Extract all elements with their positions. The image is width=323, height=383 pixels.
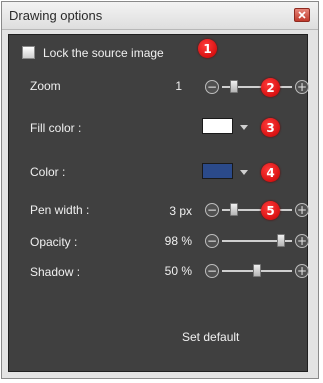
close-icon bbox=[298, 11, 306, 19]
pen-width-slider-thumb[interactable] bbox=[230, 203, 238, 216]
callout-badge-3: 3 bbox=[261, 118, 280, 137]
color-swatch[interactable] bbox=[202, 163, 233, 179]
shadow-slider-thumb[interactable] bbox=[253, 264, 261, 277]
callout-badge-4: 4 bbox=[261, 163, 280, 182]
zoom-increase-button[interactable]: + bbox=[295, 80, 309, 94]
zoom-slider-thumb[interactable] bbox=[230, 80, 238, 93]
lock-source-label: Lock the source image bbox=[43, 46, 164, 60]
fill-color-swatch[interactable] bbox=[202, 118, 233, 134]
shadow-decrease-button[interactable]: − bbox=[205, 264, 219, 278]
fill-color-dropdown-icon[interactable] bbox=[240, 125, 248, 130]
pen-width-label: Pen width : bbox=[30, 203, 90, 217]
zoom-value: 1 bbox=[175, 79, 182, 93]
callout-badge-1: 1 bbox=[198, 39, 217, 58]
callout-badge-2: 2 bbox=[261, 78, 280, 97]
opacity-label: Opacity : bbox=[30, 235, 78, 249]
color-dropdown-icon[interactable] bbox=[240, 170, 248, 175]
close-button[interactable] bbox=[294, 8, 310, 22]
pen-width-value: 3 px bbox=[169, 204, 192, 218]
color-label: Color : bbox=[30, 165, 66, 179]
title-bar[interactable]: Drawing options bbox=[2, 2, 318, 30]
shadow-value: 50 % bbox=[164, 264, 192, 278]
callout-badge-5: 5 bbox=[261, 201, 280, 220]
set-default-button[interactable]: Set default bbox=[182, 330, 239, 344]
fill-color-label: Fill color : bbox=[30, 121, 82, 135]
pen-width-decrease-button[interactable]: − bbox=[205, 203, 219, 217]
zoom-decrease-button[interactable]: − bbox=[205, 80, 219, 94]
opacity-decrease-button[interactable]: − bbox=[205, 234, 219, 248]
opacity-value: 98 % bbox=[164, 234, 192, 248]
lock-source-checkbox[interactable] bbox=[22, 46, 35, 59]
shadow-label: Shadow : bbox=[30, 265, 81, 279]
pen-width-increase-button[interactable]: + bbox=[295, 203, 309, 217]
opacity-slider-thumb[interactable] bbox=[277, 234, 285, 247]
shadow-increase-button[interactable]: + bbox=[295, 264, 309, 278]
window-title: Drawing options bbox=[9, 8, 103, 23]
opacity-increase-button[interactable]: + bbox=[295, 234, 309, 248]
zoom-label: Zoom bbox=[30, 79, 61, 93]
